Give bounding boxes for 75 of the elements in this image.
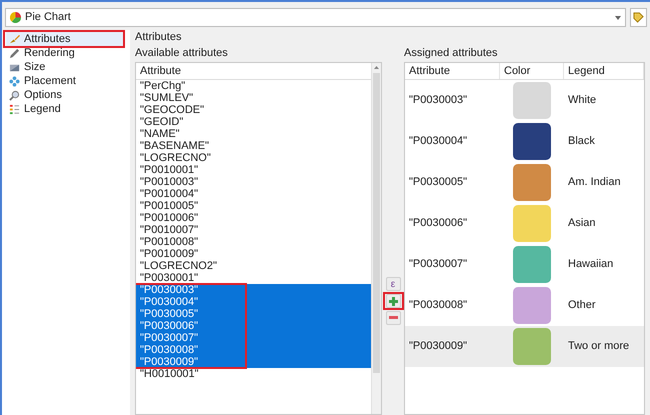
list-item[interactable]: "P0030004" — [136, 296, 371, 308]
list-item[interactable]: "P0030007" — [136, 332, 371, 344]
remove-button[interactable] — [386, 311, 400, 325]
scrollbar[interactable] — [371, 63, 381, 414]
list-item[interactable]: "GEOID" — [136, 116, 371, 128]
sidebar-item[interactable]: Attributes — [6, 32, 124, 46]
table-row[interactable]: "P0030009" Two or more — [405, 326, 644, 367]
dropdown-value: Pie Chart — [25, 10, 72, 26]
minus-icon — [388, 316, 398, 320]
list-item[interactable]: "P0010001" — [136, 164, 371, 176]
list-item[interactable]: "BASENAME" — [136, 140, 371, 152]
table-cell-text: Two or more — [567, 339, 630, 354]
table-cell-text: Hawaiian — [567, 257, 614, 272]
table-cell-text: Am. Indian — [567, 175, 622, 190]
list-item[interactable]: "P0030005" — [136, 308, 371, 320]
renderer-dropdown[interactable]: Pie Chart — [5, 8, 626, 27]
list-item[interactable]: "H0010001" — [136, 368, 371, 380]
table-cell-text: "P0030007" — [408, 257, 468, 272]
table-cell-text: "P0030005" — [408, 175, 468, 190]
list-item[interactable]: "PerChg" — [136, 80, 371, 92]
list-item[interactable]: "P0010006" — [136, 212, 371, 224]
section-title: Attributes — [135, 30, 182, 45]
list-item[interactable]: "P0010008" — [136, 236, 371, 248]
color-swatch[interactable] — [513, 164, 551, 201]
legend-icon — [9, 104, 20, 114]
column-header[interactable]: Color — [500, 63, 564, 79]
available-attributes-label: Available attributes — [135, 46, 229, 61]
sidebar-item[interactable]: Size — [6, 60, 124, 74]
list-item[interactable]: "LOGRECNO2" — [136, 260, 371, 272]
column-header[interactable]: Attribute — [405, 63, 500, 79]
assigned-attributes-label: Assigned attributes — [404, 46, 499, 61]
table-cell-text: "P0030004" — [408, 134, 468, 150]
pie-chart-icon — [10, 12, 21, 23]
table-cell-text: Black — [567, 134, 596, 150]
dropdown-caret-icon — [615, 16, 621, 20]
list-item[interactable]: "GEOCODE" — [136, 104, 371, 116]
list-item[interactable]: "LOGRECNO" — [136, 152, 371, 164]
color-swatch[interactable] — [513, 205, 551, 242]
sidebar-item[interactable]: Legend — [6, 102, 124, 116]
expression-button[interactable]: ε — [386, 277, 400, 291]
list-item[interactable]: "P0030001" — [136, 272, 371, 284]
list-item[interactable]: "P0010005" — [136, 200, 371, 212]
color-swatch[interactable] — [513, 82, 551, 119]
sidebar-item[interactable]: Rendering — [6, 46, 124, 60]
list-item[interactable]: "P0030003" — [136, 284, 371, 296]
color-swatch[interactable] — [513, 246, 551, 283]
list-item[interactable]: "P0010004" — [136, 188, 371, 200]
plus-icon — [388, 296, 398, 306]
list-item[interactable]: "P0030006" — [136, 320, 371, 332]
tag-icon — [633, 12, 644, 23]
list-item[interactable]: "P0030008" — [136, 344, 371, 356]
search-icon — [9, 90, 20, 100]
list-item[interactable]: "P0030009" — [136, 356, 371, 368]
table-cell-text: "P0030008" — [408, 298, 468, 314]
color-swatch[interactable] — [513, 328, 551, 365]
sidebar-item[interactable]: Placement — [6, 74, 124, 88]
column-header[interactable]: Attribute — [136, 63, 371, 80]
list-item[interactable]: "P0010007" — [136, 224, 371, 236]
color-swatch[interactable] — [513, 123, 551, 160]
style-button[interactable] — [630, 8, 647, 27]
column-header[interactable]: Legend — [564, 63, 644, 79]
table-cell-text: Asian — [567, 216, 597, 232]
table-cell-text: "P0030006" — [408, 216, 468, 232]
list-item[interactable]: "P0010003" — [136, 176, 371, 188]
list-item[interactable]: "P0010009" — [136, 248, 371, 260]
table-cell-text: "P0030009" — [408, 339, 468, 354]
table-cell-text: White — [567, 93, 598, 108]
brush-icon — [9, 34, 20, 44]
table-cell-text: Other — [567, 298, 597, 314]
dots-icon — [9, 76, 20, 86]
color-swatch[interactable] — [513, 287, 551, 324]
table-cell-text: "P0030003" — [408, 93, 468, 108]
list-item[interactable]: "SUMLEV" — [136, 92, 371, 104]
sidebar-item[interactable]: Options — [6, 88, 124, 102]
list-item[interactable]: "NAME" — [136, 128, 371, 140]
